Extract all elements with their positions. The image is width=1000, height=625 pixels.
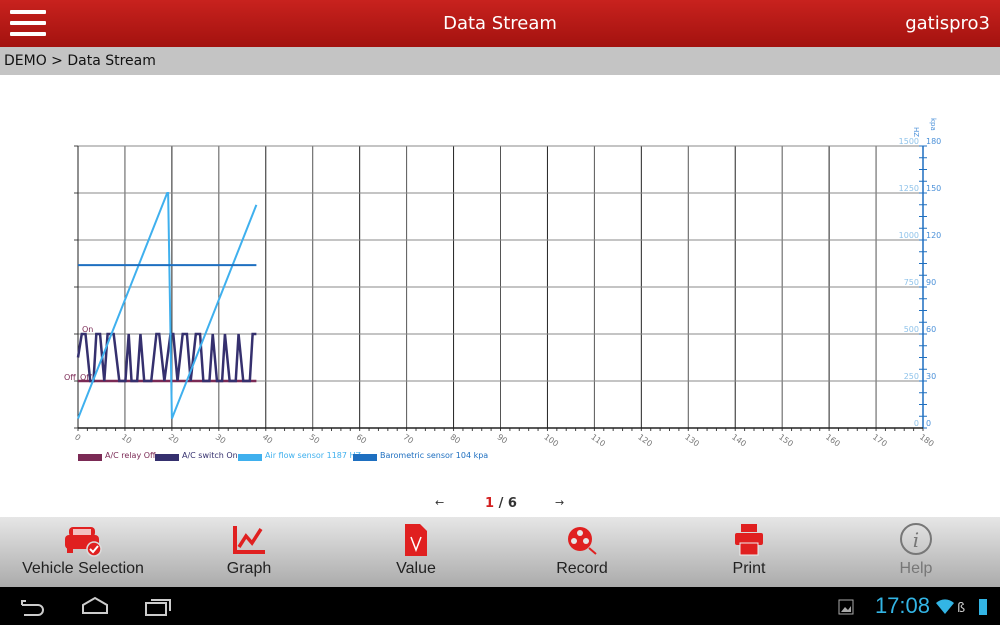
off-state-label: Off <box>64 373 76 382</box>
bottom-toolbar: Vehicle Selection Graph Value Record Pri… <box>0 517 1000 587</box>
hz-tick-label: 1250 <box>899 184 919 193</box>
help-button[interactable]: i Help <box>833 517 999 587</box>
back-icon[interactable] <box>18 597 48 617</box>
kpa-tick-label: 150 <box>926 184 941 193</box>
x-tick-label: 40 <box>261 432 275 445</box>
legend-swatch <box>353 454 377 461</box>
hz-unit-label: HZ <box>912 127 920 137</box>
info-icon: i <box>900 523 932 555</box>
svg-text:i: i <box>913 528 919 552</box>
on-state-label: On <box>82 325 93 334</box>
value-label: Value <box>396 560 436 577</box>
x-tick-label: 160 <box>824 432 842 448</box>
value-document-icon <box>405 524 427 556</box>
kpa-tick-label: 30 <box>926 372 936 381</box>
x-tick-label: 130 <box>683 432 701 448</box>
x-tick-label: 110 <box>589 432 607 448</box>
car-check-icon <box>65 527 102 557</box>
x-tick-label: 140 <box>730 432 748 448</box>
user-name: gatispro3 <box>905 13 990 34</box>
print-button[interactable]: Print <box>666 517 832 587</box>
current-page: 1 <box>485 496 495 511</box>
legend-swatch <box>238 454 262 461</box>
printer-icon <box>735 524 763 556</box>
kpa-tick-label: 180 <box>926 137 941 146</box>
page-title: Data Stream <box>443 13 557 34</box>
hz-tick-label: 500 <box>904 325 919 334</box>
recent-apps-icon[interactable] <box>143 595 173 617</box>
page-indicator: 1 / 6 <box>485 496 517 511</box>
graph-icon <box>233 526 265 554</box>
kpa-tick-label: 0 <box>926 419 931 428</box>
graph-label: Graph <box>226 560 272 577</box>
legend-swatch <box>78 454 102 461</box>
record-label: Record <box>556 560 608 577</box>
system-bar: 17:08 ß <box>0 587 1000 625</box>
x-tick-label: 60 <box>355 432 369 445</box>
graph-button[interactable]: Graph <box>166 517 332 587</box>
print-label: Print <box>732 560 766 577</box>
help-label: Help <box>899 560 933 577</box>
app-header: Data Stream gatispro3 <box>0 0 1000 47</box>
legend-label: Barometric sensor 104 kpa <box>380 451 488 460</box>
x-tick-label: 90 <box>495 432 509 445</box>
kpa-tick-label: 120 <box>926 231 941 240</box>
x-tick-label: 120 <box>636 432 654 448</box>
x-tick-label: 180 <box>918 432 936 448</box>
kpa-tick-label: 90 <box>926 278 936 287</box>
svg-text:ß: ß <box>957 601 965 616</box>
x-tick-label: 70 <box>402 432 416 445</box>
x-tick-label: 30 <box>214 432 228 445</box>
hz-tick-label: 250 <box>904 372 919 381</box>
legend-swatch <box>155 454 179 461</box>
x-tick-label: 170 <box>871 432 889 448</box>
clock: 17:08 <box>874 593 930 618</box>
kpa-unit-label: kpa <box>929 118 937 131</box>
home-icon[interactable] <box>80 595 110 617</box>
legend-label: Air flow sensor 1187 HZ <box>265 451 362 460</box>
vehicle-selection-button[interactable]: Vehicle Selection <box>0 517 166 587</box>
record-button[interactable]: Record <box>499 517 665 587</box>
hz-tick-label: 1000 <box>899 231 919 240</box>
series-line <box>77 192 258 419</box>
record-reel-icon <box>568 527 597 555</box>
data-stream-chart: 0 10 20 30 40 50 60 70 80 90 100 110 120 130 140 150 160… <box>64 118 941 461</box>
hz-tick-label: 750 <box>904 278 919 287</box>
next-page-button[interactable]: → <box>555 496 564 509</box>
x-tick-label: 10 <box>120 432 134 445</box>
legend-label: A/C relay Off <box>105 451 156 460</box>
wifi-bluetooth-battery-icon: ß <box>936 599 987 616</box>
gallery-icon <box>838 599 854 615</box>
legend-label: A/C switch On <box>182 451 238 460</box>
x-tick-label: 0 <box>73 432 82 442</box>
kpa-tick-label: 60 <box>926 325 936 334</box>
x-tick-label: 80 <box>448 432 462 445</box>
x-tick-label: 20 <box>167 432 181 445</box>
total-pages: / 6 <box>498 496 517 511</box>
prev-page-button[interactable]: ← <box>435 496 444 509</box>
hz-tick-label: 0 <box>914 419 919 428</box>
breadcrumb: DEMO > Data Stream <box>0 47 1000 75</box>
x-tick-label: 100 <box>542 432 560 448</box>
value-button[interactable]: Value <box>333 517 499 587</box>
x-tick-label: 150 <box>777 432 795 448</box>
hz-tick-label: 1500 <box>899 137 919 146</box>
x-tick-label: 50 <box>308 432 322 445</box>
series-line <box>76 332 257 383</box>
vehicle-selection-label: Vehicle Selection <box>22 560 144 577</box>
